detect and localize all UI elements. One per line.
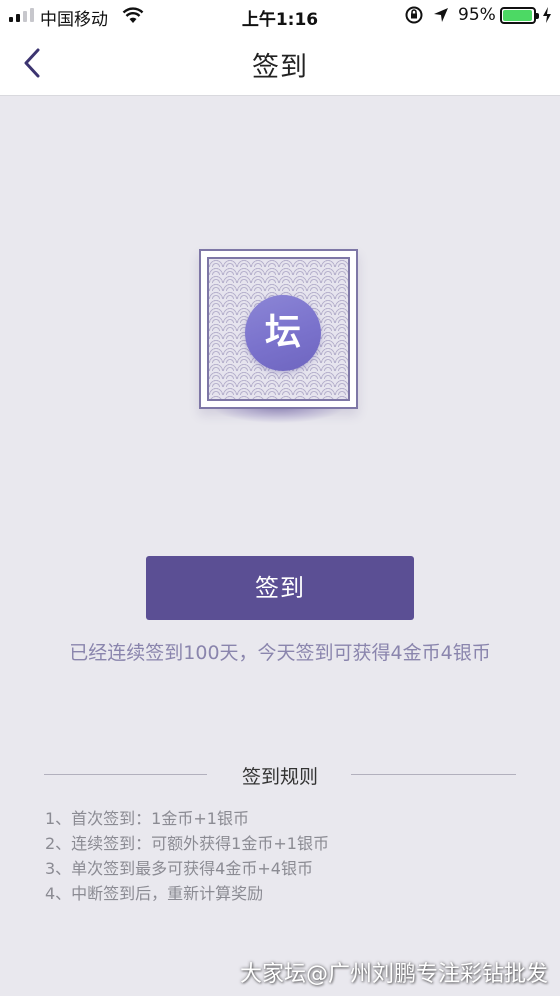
forum-logo-icon: 坛 [245, 295, 321, 371]
watermark: 大家坛@广州刘鹏专注彩钻批发 [239, 962, 548, 987]
rules-header: 签到规则 [44, 762, 516, 788]
status-bar: 中国移动 上午1:16 95% [0, 0, 560, 32]
rule-item: 2、连续签到：可额外获得1金币+1银币 [45, 834, 329, 853]
battery-fill [503, 10, 532, 21]
page-title: 签到 [252, 52, 308, 83]
divider-right [351, 774, 516, 775]
sign-in-button[interactable]: 签到 [146, 556, 414, 620]
location-arrow-icon [434, 8, 448, 22]
wave-pattern: 坛 [207, 257, 350, 401]
rotation-lock-icon [405, 6, 423, 24]
checkin-status-text: 已经连续签到100天，今天签到可获得4金币4银币 [69, 642, 491, 664]
charging-bolt-icon [543, 7, 551, 23]
battery-icon [500, 7, 539, 24]
checkin-badge: 坛 [199, 249, 358, 423]
rule-item: 1、首次签到：1金币+1银币 [45, 809, 249, 828]
badge-frame: 坛 [199, 249, 358, 409]
battery-percent: 95% [458, 5, 496, 25]
rules-list: 1、首次签到：1金币+1银币 2、连续签到：可额外获得1金币+1银币 3、单次签… [45, 806, 329, 906]
nav-bar: 签到 [0, 32, 560, 96]
rules-title: 签到规则 [241, 766, 318, 788]
rule-item: 3、单次签到最多可获得4金币+4银币 [45, 859, 313, 878]
rule-item: 4、中断签到后，重新计算奖励 [45, 884, 264, 903]
